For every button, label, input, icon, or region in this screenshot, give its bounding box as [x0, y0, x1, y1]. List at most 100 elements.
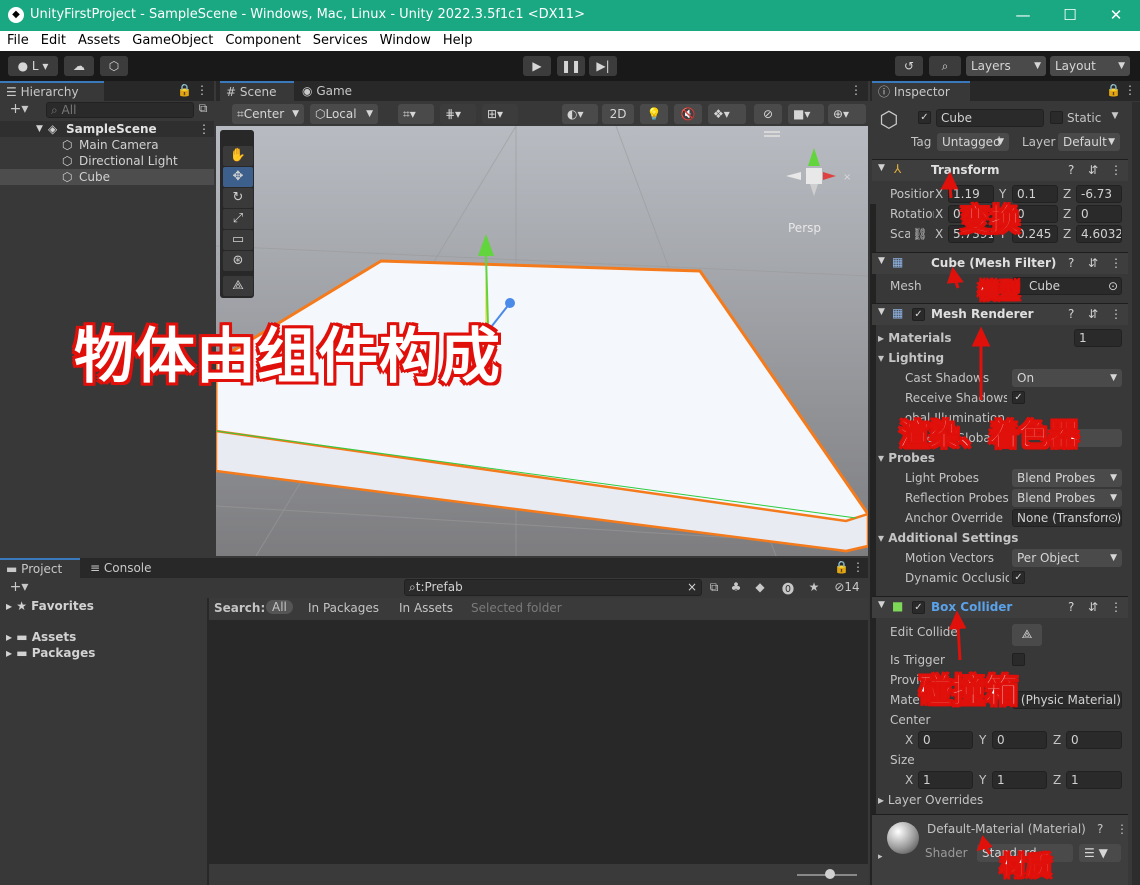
- hierarchy-scene-row[interactable]: ▼ ◈ SampleScene ⋮: [0, 121, 214, 137]
- kebab-menu-icon[interactable]: ⋮: [850, 83, 862, 97]
- hand-tool-icon[interactable]: ✋: [223, 146, 253, 166]
- size-z-field[interactable]: 1: [1066, 771, 1122, 789]
- favorites-item[interactable]: ▸ ★ Favorites: [6, 598, 94, 614]
- hierarchy-item[interactable]: ⬡ Main Camera: [0, 137, 214, 153]
- inspector-scrollbar[interactable]: [1132, 102, 1140, 885]
- materials-foldout[interactable]: ▸ Materials: [878, 331, 952, 345]
- center-x-field[interactable]: 0: [918, 731, 973, 749]
- tab-hierarchy[interactable]: ☰ Hierarchy: [0, 81, 104, 101]
- warning-icon[interactable]: ⓿: [780, 580, 796, 597]
- menu-file[interactable]: File: [0, 31, 34, 48]
- tab-inspector[interactable]: ⓘ Inspector: [872, 81, 970, 101]
- persp-label[interactable]: Persp: [788, 221, 821, 235]
- history-icon[interactable]: ↺: [895, 56, 923, 76]
- cloud-icon[interactable]: ☁: [64, 56, 94, 76]
- rotation-z-field[interactable]: 0: [1076, 205, 1122, 223]
- increment-snap-button[interactable]: ⊞▾: [482, 104, 518, 124]
- hierarchy-item-selected[interactable]: ⬡ Cube: [0, 169, 214, 185]
- label-icon[interactable]: ◆: [752, 580, 768, 594]
- menu-assets[interactable]: Assets: [71, 31, 125, 48]
- help-icon[interactable]: ?: [1068, 307, 1074, 321]
- chevron-down-icon[interactable]: ▼: [1110, 111, 1120, 121]
- minimize-button[interactable]: —: [1003, 4, 1043, 26]
- layer-dropdown[interactable]: Default ▼: [1058, 133, 1120, 151]
- help-icon[interactable]: ?: [1068, 163, 1074, 177]
- size-y-field[interactable]: 1: [992, 771, 1047, 789]
- kebab-menu-icon[interactable]: ⋮: [852, 560, 864, 574]
- object-name-input[interactable]: Cube: [936, 109, 1044, 127]
- tab-project[interactable]: ▬ Project: [0, 558, 80, 578]
- lock-icon[interactable]: 🔒: [1106, 83, 1121, 97]
- receive-shadows-checkbox[interactable]: ✓: [1012, 391, 1025, 404]
- menu-window[interactable]: Window: [373, 31, 436, 48]
- mesh-renderer-header[interactable]: ▼ ▦ ✓ Mesh Renderer ? ⇵ ⋮: [872, 303, 1128, 325]
- light-probes-dropdown[interactable]: Blend Probes ▼: [1012, 469, 1122, 487]
- size-x-field[interactable]: 1: [918, 771, 973, 789]
- static-checkbox[interactable]: [1050, 111, 1063, 124]
- menu-services[interactable]: Services: [306, 31, 373, 48]
- scale-tool-icon[interactable]: ⤢: [223, 209, 253, 229]
- collab-icon[interactable]: ⬡: [100, 56, 128, 76]
- menu-component[interactable]: Component: [218, 31, 305, 48]
- scale-z-field[interactable]: 4.6032: [1076, 225, 1122, 243]
- play-icon[interactable]: ▶: [523, 56, 551, 76]
- tab-scene[interactable]: # Scene: [220, 81, 294, 101]
- grid-snap-button[interactable]: ⌗▾: [398, 104, 434, 124]
- position-z-field[interactable]: -6.73: [1076, 185, 1122, 203]
- pivot-dropdown[interactable]: ⌗Center ▼: [232, 104, 304, 124]
- assets-item[interactable]: ▸ ▬ Assets: [6, 629, 76, 645]
- menu-gameobject[interactable]: GameObject: [125, 31, 218, 48]
- hidden-packages-icon[interactable]: ⊘14: [830, 580, 864, 594]
- effects-icon[interactable]: ❖▾: [708, 104, 746, 124]
- close-button[interactable]: ✕: [1096, 4, 1136, 26]
- draw-mode-button[interactable]: ◐▾: [562, 104, 598, 124]
- presets-icon[interactable]: ⇵: [1088, 600, 1098, 614]
- scene-menu-icon[interactable]: [764, 131, 780, 133]
- presets-icon[interactable]: ⇵: [1088, 256, 1098, 270]
- enabled-checkbox[interactable]: ✓: [912, 308, 925, 321]
- transform-header[interactable]: ▼ ⅄ Transform ? ⇵ ⋮: [872, 159, 1128, 181]
- search-icon[interactable]: ⌕: [929, 56, 961, 76]
- tab-console[interactable]: ≡ Console: [84, 558, 164, 578]
- anchor-override-field[interactable]: None (Transform) ⊙: [1012, 509, 1122, 527]
- object-picker-icon[interactable]: ⊙: [1107, 510, 1118, 526]
- project-search-input[interactable]: ⌕t:Prefab ×: [404, 579, 702, 596]
- help-icon[interactable]: ?: [1097, 822, 1103, 836]
- expand-arrow-icon[interactable]: ▸: [878, 852, 883, 862]
- mesh-field[interactable]: Cube ⊙: [1012, 277, 1122, 295]
- grid-visibility-button[interactable]: ⋕▾: [440, 104, 476, 124]
- collider-material-field[interactable]: None (Physic Material): [1012, 691, 1122, 709]
- kebab-menu-icon[interactable]: ⋮: [196, 83, 208, 97]
- layers-dropdown[interactable]: Layers ▼: [966, 56, 1046, 76]
- filter-in-packages[interactable]: In Packages: [308, 601, 379, 615]
- menu-help[interactable]: Help: [436, 31, 478, 48]
- search-by-type-icon[interactable]: ⧉: [706, 580, 722, 595]
- transform-tool-icon[interactable]: ⊛: [223, 251, 253, 271]
- step-icon[interactable]: ▶|: [589, 56, 617, 76]
- kebab-menu-icon[interactable]: ⋮: [1124, 83, 1136, 97]
- hierarchy-search-input[interactable]: ⌕ All: [46, 102, 194, 118]
- reflection-probes-dropdown[interactable]: Blend Probes ▼: [1012, 489, 1122, 507]
- scene-visibility-icon[interactable]: ⧉: [196, 101, 210, 116]
- mesh-filter-header[interactable]: ▼ ▦ Cube (Mesh Filter) ? ⇵ ⋮: [872, 252, 1128, 274]
- kebab-menu-icon[interactable]: ⋮: [1110, 163, 1122, 177]
- additional-settings-foldout[interactable]: ▾ Additional Settings: [878, 531, 1018, 545]
- link-icon[interactable]: ⛓: [912, 227, 928, 241]
- cast-shadows-dropdown[interactable]: On ▼: [1012, 369, 1122, 387]
- camera-icon[interactable]: ■▾: [788, 104, 824, 124]
- kebab-menu-icon[interactable]: ⋮: [1116, 822, 1128, 836]
- edit-collider-button[interactable]: ⟁: [1012, 624, 1042, 646]
- layer-overrides-foldout[interactable]: ▸ Layer Overrides: [878, 793, 983, 807]
- lighting-icon[interactable]: 💡: [640, 104, 668, 124]
- lock-icon[interactable]: 🔒: [834, 560, 849, 574]
- move-tool-icon[interactable]: ✥: [223, 167, 253, 187]
- custom-tool-icon[interactable]: ⟁: [223, 276, 253, 296]
- lock-icon[interactable]: 🔒: [177, 83, 192, 97]
- help-icon[interactable]: ?: [1068, 600, 1074, 614]
- filter-type-icon[interactable]: ♣: [728, 580, 744, 594]
- packages-item[interactable]: ▸ ▬ Packages: [6, 645, 95, 661]
- favorite-star-icon[interactable]: ★: [806, 580, 822, 594]
- enabled-checkbox[interactable]: ✓: [912, 601, 925, 614]
- tag-dropdown[interactable]: Untagged ▼: [937, 133, 1009, 151]
- scene-menu-icon[interactable]: [764, 135, 780, 137]
